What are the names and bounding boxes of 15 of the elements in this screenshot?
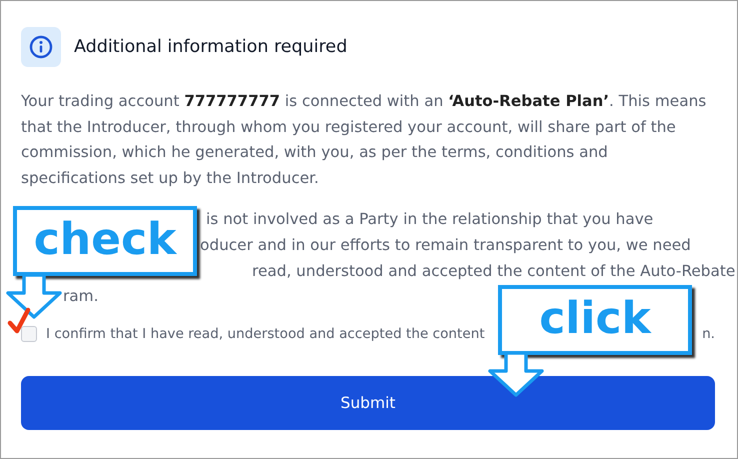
paragraph-line: read, understood and accepted the content of the Auto-Rebate <box>252 262 736 280</box>
confirm-checkbox[interactable] <box>21 326 37 342</box>
checkmark-icon <box>7 307 31 335</box>
submit-button[interactable]: Submit <box>21 376 715 430</box>
intro-paragraph: Your trading account 777777777 is connected with an ‘Auto-Rebate Plan’. This means that the Introducer, through whom you registered your account, will share part of the commission, which he generated, with you, as per the terms, conditions and specifications set up by the Introducer. <box>21 91 708 189</box>
down-arrow-icon <box>4 273 64 319</box>
paragraph-line: oducer and in our efforts to remain transparent to you, we need <box>200 236 691 254</box>
callout-label: check <box>13 206 197 276</box>
confirm-label: n. <box>702 326 715 342</box>
info-icon <box>21 27 61 67</box>
dialog-title: Additional information required <box>74 37 348 57</box>
callout-label: click <box>498 285 692 355</box>
paragraph-line: is not involved as a Party in the relationship that you have <box>206 210 654 228</box>
paragraph-line: ram. <box>63 287 98 306</box>
confirm-label: I confirm that I have read, understood and accepted the content <box>46 326 485 342</box>
